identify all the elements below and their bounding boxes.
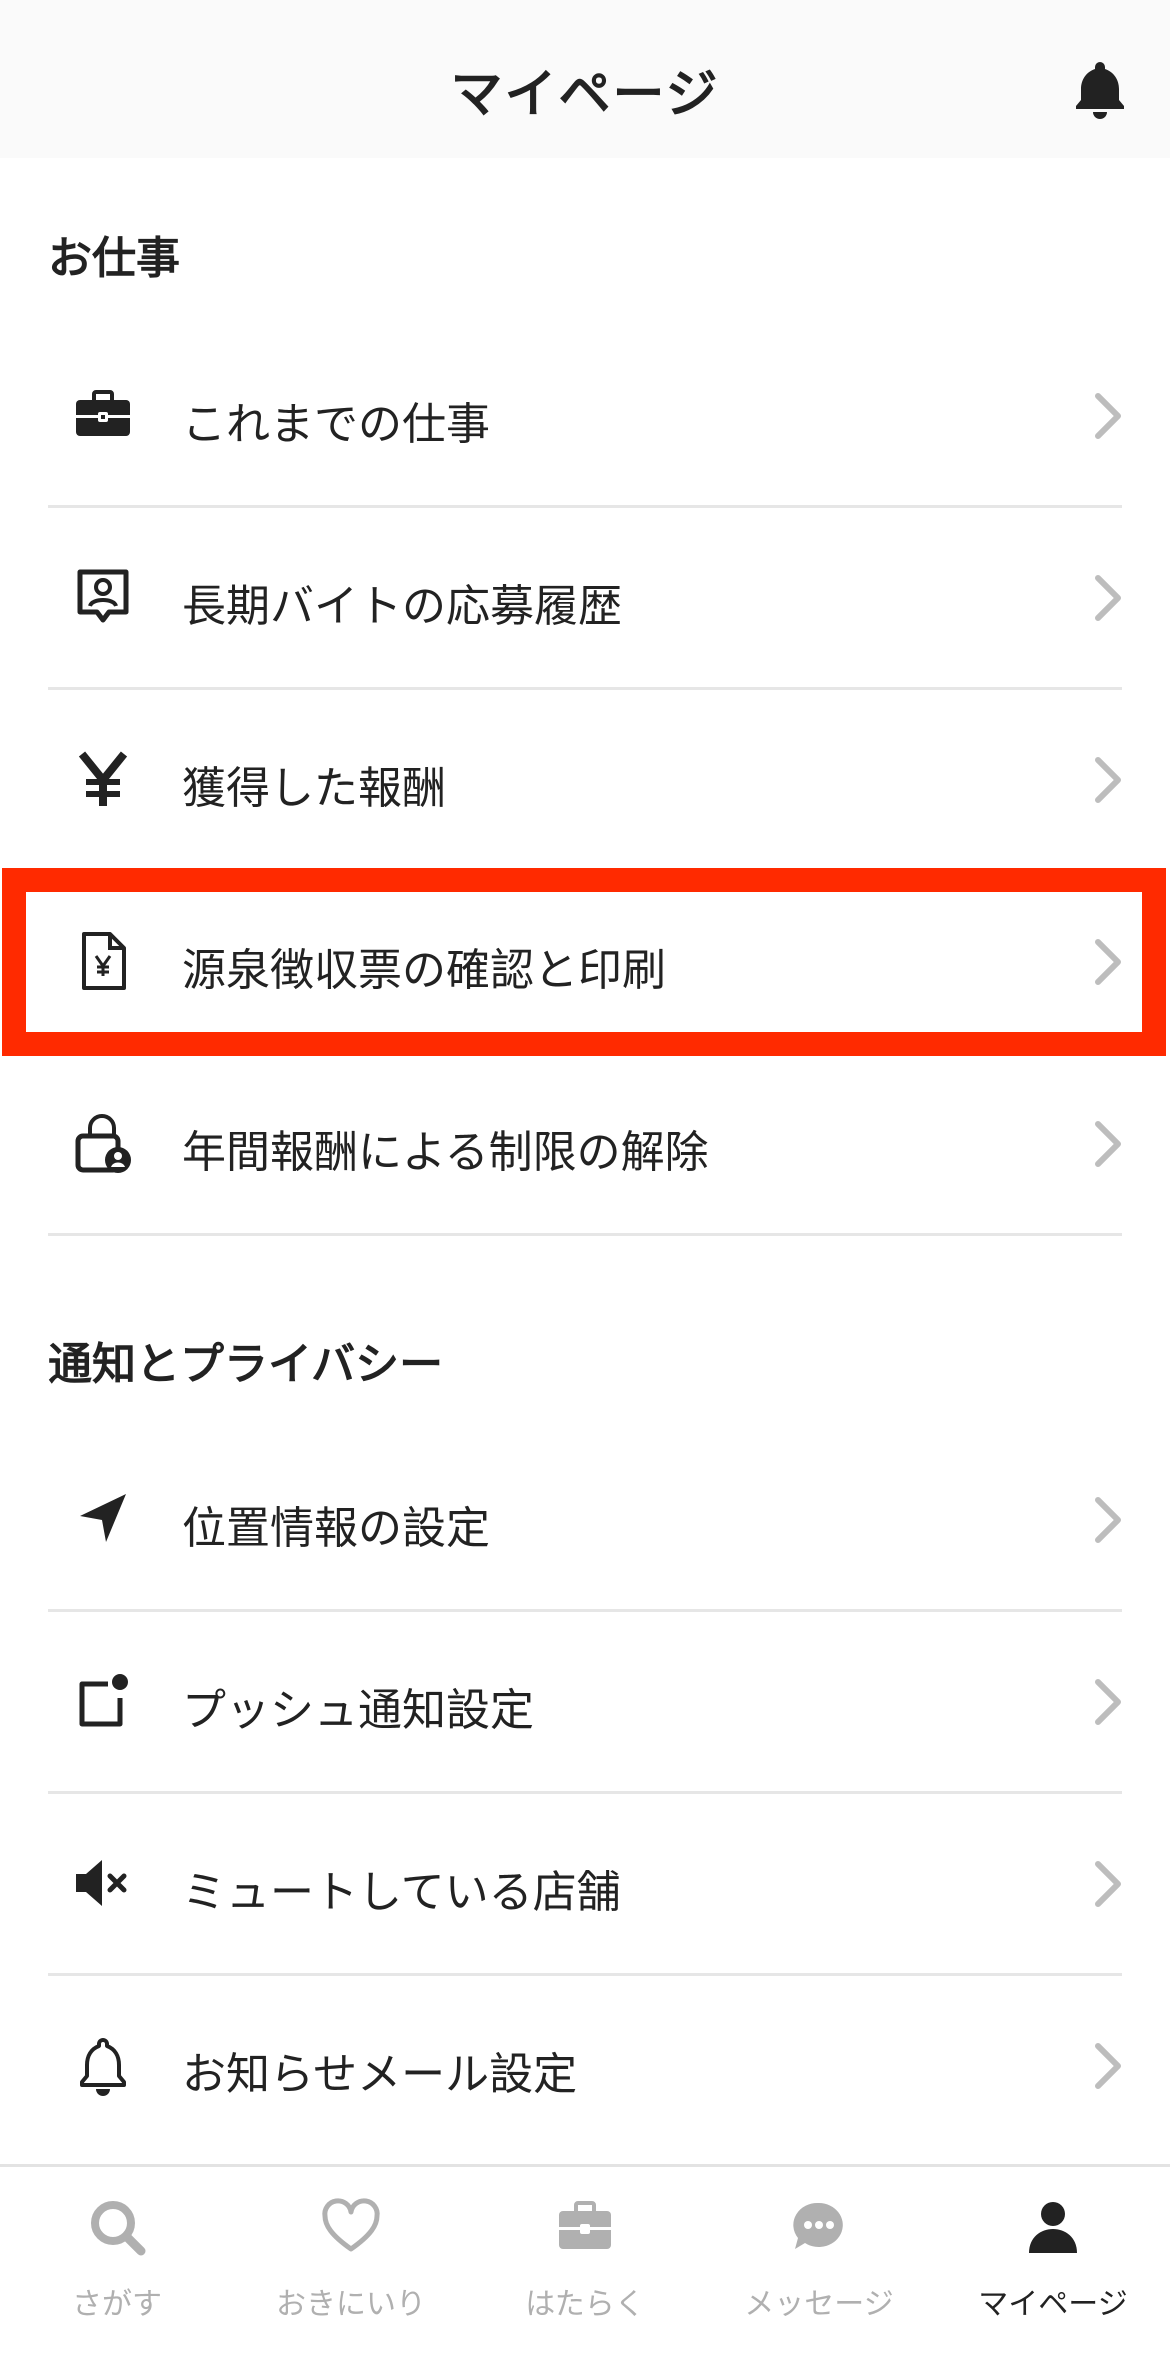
tab-mypage[interactable]: マイページ	[936, 2167, 1170, 2357]
menu-item-push-notification-settings[interactable]: プッシュ通知設定	[0, 1612, 1170, 1794]
menu-item-label: 獲得した報酬	[182, 763, 446, 814]
chevron-right-icon	[1090, 1676, 1126, 1728]
menu-item-location-settings[interactable]: 位置情報の設定	[0, 1430, 1170, 1612]
tab-label: おきにいり	[276, 2287, 426, 2322]
menu-item-label: 長期バイトの応募履歴	[182, 581, 622, 632]
push-notification-icon	[72, 1670, 134, 1732]
chevron-right-icon	[1090, 1118, 1126, 1170]
chevron-right-icon	[1090, 572, 1126, 624]
person-icon	[1023, 2197, 1083, 2257]
chevron-right-icon	[1090, 1858, 1126, 1910]
unlock-user-icon	[72, 1112, 134, 1174]
page-title: マイページ	[450, 65, 720, 125]
chat-bubble-icon	[789, 2197, 849, 2257]
chevron-right-icon	[1090, 390, 1126, 442]
tab-label: さがす	[72, 2287, 162, 2322]
briefcase-icon	[72, 384, 134, 446]
tab-messages[interactable]: メッセージ	[702, 2167, 936, 2357]
bottom-tab-bar: さがす おきにいり はたらく メッセージ マイページ	[0, 2164, 1170, 2357]
chevron-right-icon	[1090, 2040, 1126, 2092]
menu-item-label: 源泉徴収票の確認と印刷	[182, 945, 666, 996]
yen-icon	[72, 748, 134, 810]
chevron-right-icon	[1090, 754, 1126, 806]
menu-item-earned-rewards[interactable]: 獲得した報酬	[0, 690, 1170, 872]
tab-favorites[interactable]: おきにいり	[234, 2167, 468, 2357]
tab-label: メッセージ	[744, 2287, 894, 2322]
menu-item-notice-mail-settings[interactable]: お知らせメール設定	[0, 1976, 1170, 2158]
chevron-right-icon	[1090, 936, 1126, 988]
section-title-notifications-privacy: 通知とプライバシー	[48, 1339, 444, 1390]
profile-card-icon	[72, 566, 134, 628]
section-title-work: お仕事	[48, 233, 180, 284]
menu-item-lift-annual-limit[interactable]: 年間報酬による制限の解除	[0, 1054, 1170, 1236]
header: マイページ	[0, 0, 1170, 158]
menu-item-long-term-application-history[interactable]: 長期バイトの応募履歴	[0, 508, 1170, 690]
briefcase-icon	[555, 2197, 615, 2257]
search-icon	[87, 2197, 147, 2257]
menu-item-label: 年間報酬による制限の解除	[182, 1127, 709, 1178]
menu-item-withholding-slip[interactable]: 源泉徴収票の確認と印刷	[0, 872, 1170, 1054]
yen-document-icon	[72, 930, 134, 992]
menu-item-label: 位置情報の設定	[182, 1503, 490, 1554]
menu-item-past-jobs[interactable]: これまでの仕事	[0, 326, 1170, 508]
menu-item-label: お知らせメール設定	[182, 2049, 578, 2100]
location-arrow-icon	[72, 1488, 134, 1550]
mute-speaker-icon	[72, 1852, 134, 1914]
chevron-right-icon	[1090, 1494, 1126, 1546]
heart-icon	[321, 2197, 381, 2257]
menu-item-muted-stores[interactable]: ミュートしている店舗	[0, 1794, 1170, 1976]
tab-label: マイページ	[978, 2287, 1128, 2322]
divider	[48, 1233, 1122, 1236]
menu-item-label: これまでの仕事	[182, 399, 490, 450]
bell-icon[interactable]	[1068, 56, 1132, 120]
menu-item-label: プッシュ通知設定	[182, 1685, 534, 1736]
tab-label: はたらく	[525, 2287, 645, 2322]
menu-item-label: ミュートしている店舗	[182, 1867, 621, 1918]
bell-icon	[72, 2034, 134, 2096]
tab-work[interactable]: はたらく	[468, 2167, 702, 2357]
tab-search[interactable]: さがす	[0, 2167, 234, 2357]
